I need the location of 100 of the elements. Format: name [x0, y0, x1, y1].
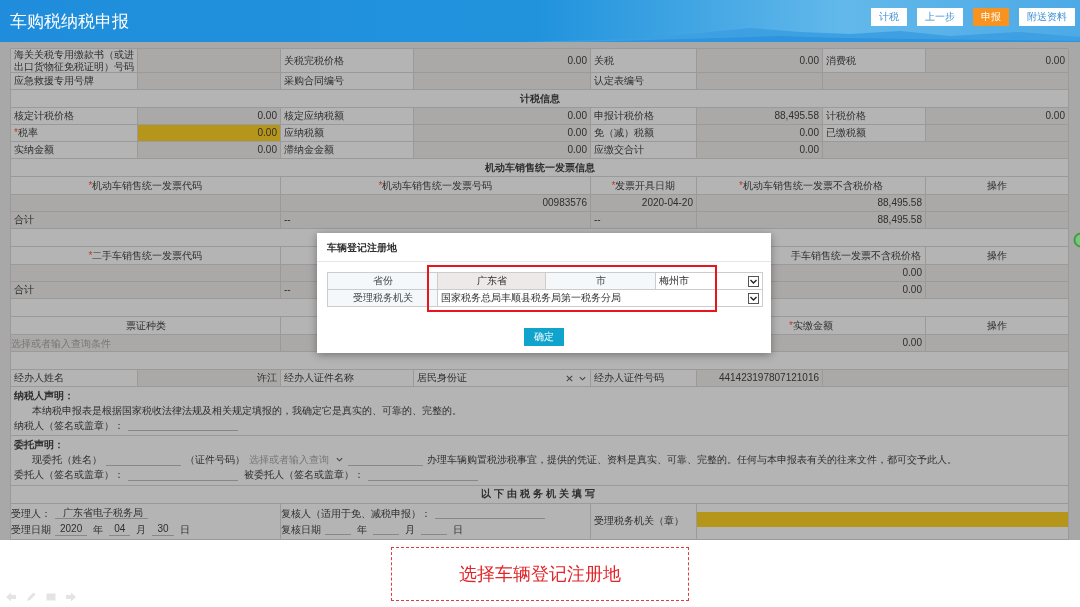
field-label: 免（减）税额 [591, 125, 697, 142]
declaration-text: 本纳税申报表是根据国家税收法律法规及相关规定填报的，我确定它是真实的、可靠的、完整的。 [31, 404, 463, 416]
field-label: 应缴交合计 [591, 142, 697, 159]
statement-text: 办理车辆购置税涉税事宜，提供的凭证、资料是真实、可靠、完整的。任何与本申报表有关的往来文件，都可交予此人。 [427, 454, 957, 466]
field-value: 广东省 [438, 273, 546, 290]
field-label: 实纳金额 [11, 142, 138, 159]
field-value: 0.00 [697, 125, 823, 142]
select-field[interactable]: 梅州市 [656, 273, 763, 290]
field-label: 复核人（适用于免、减税申报）： [281, 507, 431, 519]
section-title: 以下由税务机关填写 [481, 488, 598, 500]
field-label: 计税价格 [823, 108, 926, 125]
signature-label: 被委托人（签名或盖章）： [244, 469, 364, 481]
field-value: 0.00 [414, 125, 591, 142]
date-unit: 月 [404, 523, 416, 535]
field-label: 受理税务机关 [328, 290, 438, 307]
dropdown-icon[interactable] [748, 275, 759, 287]
field-value: 0.00 [414, 108, 591, 125]
field-label: 应纳税额 [281, 125, 414, 142]
field-label: 市 [546, 273, 656, 290]
column-header: *机动车销售统一发票不含税价格 [697, 177, 926, 195]
field-value: 0.00 [926, 49, 1069, 73]
field-value: 0.00 [138, 142, 281, 159]
date-value: 04 [109, 523, 131, 536]
field-value: 0.00 [414, 49, 591, 73]
field-value: 88,495.58 [697, 108, 823, 125]
section-title: 机动车销售统一发票信息 [484, 161, 595, 174]
forward-arrow-icon[interactable] [65, 591, 77, 603]
table-cell: 2020-04-20 [591, 195, 697, 212]
field-label: 核定计税价格 [11, 108, 138, 125]
table-cell: 合计 [11, 282, 281, 299]
field-value: 广东省电子税务局 [55, 506, 148, 519]
dropdown-icon[interactable] [748, 292, 759, 304]
field-label: 经办人证件号码 [591, 370, 697, 387]
field-value: 0.00 [138, 125, 281, 142]
column-header: 操作 [926, 247, 1069, 265]
field-label: 复核日期 [281, 523, 321, 535]
field-label: 消费税 [823, 49, 926, 73]
date-unit: 年 [356, 523, 368, 535]
table-cell: 88,495.58 [697, 212, 926, 229]
field-label: 受理人： [11, 507, 51, 519]
field-value: 许江 [138, 370, 281, 387]
select-field[interactable]: 国家税务总局丰顺县税务局第一税务分局 [438, 290, 763, 307]
table-cell: 合计 [11, 212, 281, 229]
signature-label: 纳税人（签名或盖章）： [14, 419, 124, 431]
field-value: 0.00 [414, 142, 591, 159]
dialog-title: 车辆登记注册地 [326, 241, 398, 255]
field-label: 申报计税价格 [591, 108, 697, 125]
field-label: 经办人姓名 [11, 370, 138, 387]
date-value: 30 [152, 523, 174, 536]
page-title: 车购税纳税申报 [10, 10, 129, 33]
field-label: 已缴税额 [823, 125, 926, 142]
declaration-title: 委托声明： [14, 439, 65, 451]
pencil-icon[interactable] [25, 591, 37, 603]
field-label: 受理日期 [11, 524, 51, 536]
confirm-button[interactable]: 确定 [524, 328, 564, 346]
signature-label: 委托人（签名或盖章）： [14, 469, 124, 481]
column-header: 操作 [926, 177, 1069, 195]
field-label: 省份 [328, 273, 438, 290]
field-label: 受理税务机关（章） [591, 503, 697, 540]
toolbar-button[interactable]: 申报 [973, 8, 1009, 26]
field-value: 0.00 [697, 49, 823, 73]
column-header: 票证种类 [11, 317, 281, 335]
field-label: （证件号码） [185, 454, 245, 466]
date-unit: 日 [178, 524, 191, 536]
clear-icon[interactable] [565, 373, 574, 383]
toolbar-button[interactable]: 附送资料 [1019, 8, 1075, 26]
column-header: *二手车销售统一发票代码 [11, 247, 281, 265]
caption: 选择车辆登记注册地 [391, 546, 689, 601]
field-label: 关税完税价格 [281, 49, 414, 73]
field-value: 441423197807121016 [697, 370, 823, 387]
section-title: 计税信息 [519, 92, 560, 105]
column-header: *发票开具日期 [591, 177, 697, 195]
table-cell: -- [591, 212, 697, 229]
field-label: 核定应纳税额 [281, 108, 414, 125]
field-label: 采购合同编号 [281, 73, 414, 90]
field-value: 0.00 [926, 108, 1069, 125]
back-arrow-icon[interactable] [5, 591, 17, 603]
square-icon[interactable] [45, 591, 57, 603]
field-label: 关税 [591, 49, 697, 73]
table-cell: -- [281, 212, 591, 229]
column-header: *机动车销售统一发票代码 [11, 177, 281, 195]
date-unit: 年 [92, 524, 105, 536]
field-label: 应急救援专用号牌 [11, 73, 138, 90]
field-label: *税率 [11, 125, 138, 142]
seal-field[interactable] [697, 511, 1068, 527]
select-field[interactable]: 居民身份证 [414, 370, 591, 387]
date-value: 2020 [55, 523, 88, 536]
field-value: 0.00 [138, 108, 281, 125]
date-unit: 月 [135, 524, 148, 536]
field-label: 海关关税专用缴款书（或进出口货物征免税证明）号码 [11, 49, 138, 73]
field-label: 滞纳金金额 [281, 142, 414, 159]
column-header: *机动车销售统一发票号码 [281, 177, 591, 195]
caret-icon [335, 455, 344, 465]
field-label: 认定表编号 [591, 73, 697, 90]
column-header: 操作 [926, 317, 1069, 335]
toolbar-button[interactable]: 上一步 [917, 8, 963, 26]
field-label: 经办人证件名称 [281, 370, 414, 387]
date-unit: 日 [452, 523, 464, 535]
toolbar-button[interactable]: 计税 [871, 8, 907, 26]
table-cell: 00983576 [281, 195, 591, 212]
